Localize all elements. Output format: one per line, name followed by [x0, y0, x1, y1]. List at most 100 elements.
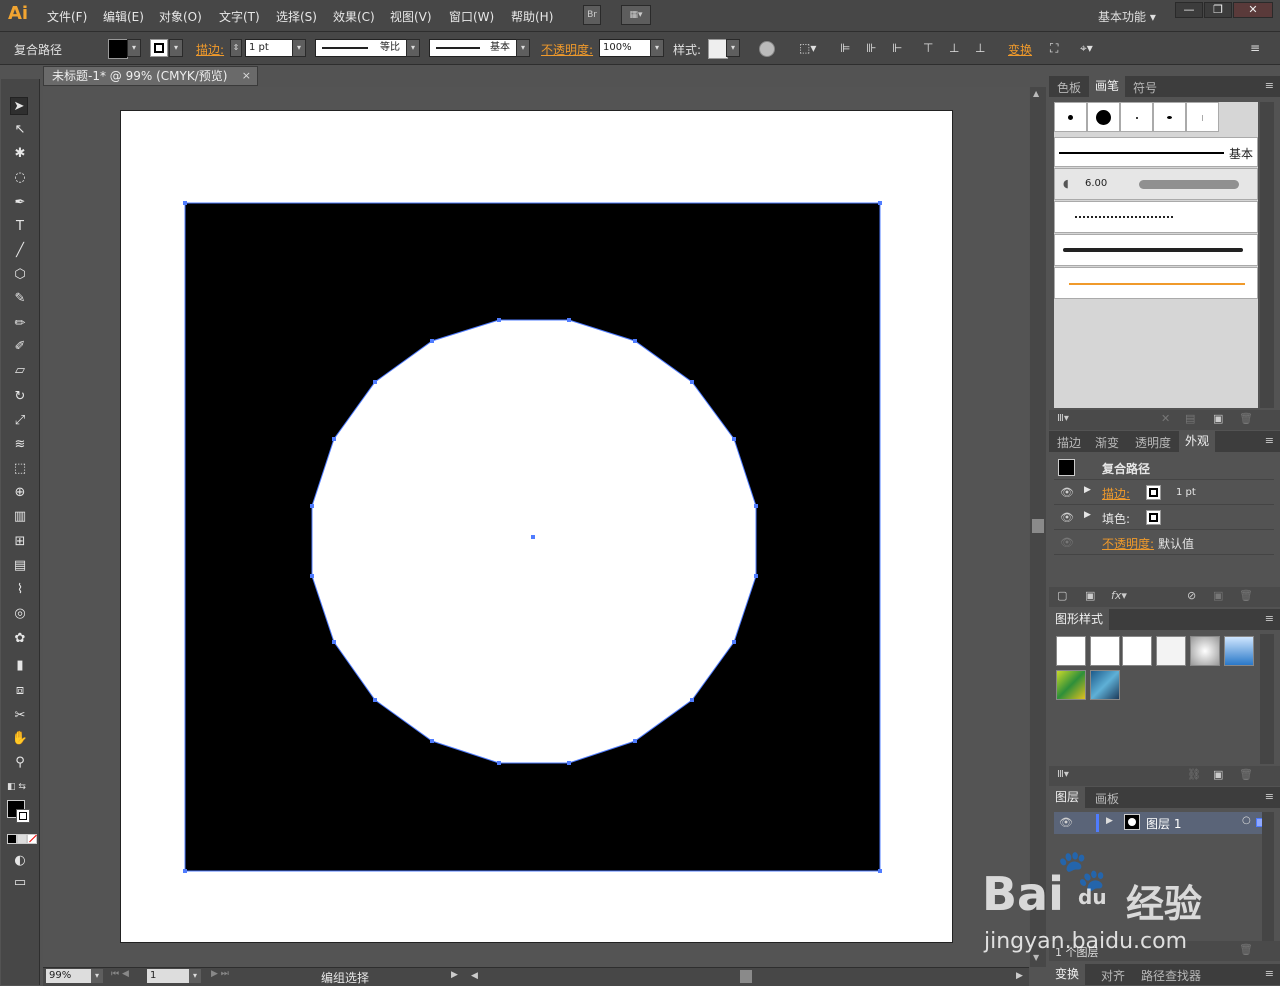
layer-color-indicator	[1096, 814, 1099, 832]
tab-symbols[interactable]: 符号	[1133, 79, 1157, 96]
tab-appearance[interactable]: 外观	[1179, 431, 1216, 452]
tab-graphic-styles[interactable]: 图形样式	[1049, 609, 1110, 630]
watermark-du: du	[1078, 885, 1107, 909]
layer-row[interactable]: 👁 ▶ 图层 1 ○	[1054, 812, 1265, 834]
style-none-swatch[interactable]	[1090, 636, 1120, 666]
panel-menu-icon[interactable]: ≡	[1265, 434, 1274, 447]
layer-expand-icon[interactable]: ▶	[1106, 816, 1113, 826]
tab-gradient[interactable]: 渐变	[1095, 434, 1119, 451]
expand-arrow-icon[interactable]: ▶	[1084, 485, 1091, 495]
add-effect-icon[interactable]: fx▾	[1111, 589, 1127, 602]
tab-brushes[interactable]: 画笔	[1089, 76, 1126, 97]
add-stroke-icon[interactable]: ▢	[1057, 589, 1067, 602]
calligraphic-brush-tiny[interactable]	[1120, 102, 1153, 132]
tab-stroke[interactable]: 描边	[1057, 434, 1081, 451]
appearance-stroke-label[interactable]: 描边:	[1102, 485, 1130, 502]
style-shadow-swatch[interactable]	[1156, 636, 1186, 666]
layer-target-icon[interactable]: ○	[1242, 815, 1251, 826]
graphic-styles-scrollbar[interactable]	[1260, 634, 1274, 764]
style-green-pattern-swatch[interactable]	[1056, 670, 1086, 700]
panel-menu-icon[interactable]: ≡	[1265, 967, 1274, 980]
brush-dotted-arrow[interactable]	[1054, 201, 1258, 233]
tab-artboards[interactable]: 画板	[1095, 790, 1119, 807]
scroll-up-icon[interactable]: ▲	[1033, 89, 1039, 98]
appearance-opacity-label[interactable]: 不透明度:	[1102, 535, 1154, 552]
appearance-stroke-value[interactable]: 1 pt	[1176, 487, 1196, 498]
brush-options-icon[interactable]: ▤	[1185, 412, 1195, 425]
brush-decorative[interactable]	[1054, 267, 1258, 299]
layer-visibility-eye-icon[interactable]: 👁	[1059, 816, 1073, 829]
add-fill-icon[interactable]: ▣	[1085, 589, 1095, 602]
style-libraries-icon[interactable]: Ⅲ▾	[1057, 769, 1069, 780]
watermark-url: jingyan.baidu.com	[984, 929, 1188, 954]
remove-stroke-icon[interactable]: ✕	[1161, 412, 1170, 425]
style-default-swatch[interactable]	[1056, 636, 1086, 666]
tab-transparency[interactable]: 透明度	[1135, 434, 1171, 451]
appearance-opacity-row[interactable]: 👁 不透明度: 默认值	[1054, 531, 1274, 555]
delete-item-icon[interactable]: 🗑	[1239, 589, 1253, 602]
fill-swatch-icon[interactable]	[1146, 510, 1161, 525]
status-menu-icon[interactable]: ▶	[451, 970, 458, 980]
status-mode-label[interactable]: 编组选择	[321, 969, 369, 986]
break-link-icon[interactable]: ⛓	[1187, 768, 1201, 781]
artboard-dropdown[interactable]: ▾	[189, 969, 201, 983]
first-artboard-icon[interactable]: ⏮ ◀	[111, 969, 129, 979]
watermark-brand: Bai	[982, 867, 1064, 921]
brush-basic[interactable]: 基本	[1054, 137, 1258, 167]
tab-layers[interactable]: 图层	[1049, 787, 1086, 808]
layers-scrollbar[interactable]	[1262, 812, 1274, 942]
panel-menu-icon[interactable]: ≡	[1265, 790, 1274, 803]
appearance-fill-row[interactable]: 👁 ▶ 填色:	[1054, 506, 1274, 530]
appearance-opacity-value: 默认值	[1158, 537, 1195, 551]
brush-list: 基本 ◖ 6.00	[1054, 102, 1258, 408]
brushes-panel-tabs: 色板 画笔 符号 ≡	[1049, 76, 1280, 97]
brush-basic-label: 基本	[1228, 147, 1253, 161]
zoom-dropdown[interactable]: ▾	[91, 969, 103, 983]
new-brush-icon[interactable]: ▣	[1213, 412, 1223, 425]
calligraphic-brush-oval[interactable]	[1153, 102, 1186, 132]
scroll-left-icon[interactable]: ◀	[471, 971, 478, 981]
status-bar: 99% ▾ ⏮ ◀ 1 ▾ ▶ ⏭ 编组选择 ▶	[43, 967, 463, 985]
calligraphic-brush-flat[interactable]	[1186, 102, 1219, 132]
clear-appearance-icon[interactable]: ⊘	[1187, 589, 1196, 602]
calligraphic-brush-large[interactable]	[1087, 102, 1120, 132]
watermark-jingyan: 经验	[1126, 882, 1203, 926]
style-white-swatch[interactable]	[1122, 636, 1152, 666]
visibility-eye-icon[interactable]: 👁	[1060, 511, 1074, 524]
visibility-eye-icon[interactable]: 👁	[1060, 486, 1074, 499]
style-blue-swatch[interactable]	[1224, 636, 1254, 666]
visibility-eye-icon: 👁	[1060, 536, 1074, 549]
horizontal-scroll-thumb[interactable]	[740, 970, 752, 983]
brush-libraries-icon[interactable]: Ⅲ▾	[1057, 413, 1069, 424]
artboard-number-field[interactable]: 1	[147, 969, 189, 983]
last-artboard-icon[interactable]: ▶ ⏭	[211, 969, 229, 979]
tab-pathfinder[interactable]: 路径查找器	[1141, 967, 1201, 984]
calligraphic-brush-small[interactable]	[1054, 102, 1087, 132]
panel-menu-icon[interactable]: ≡	[1265, 612, 1274, 625]
duplicate-item-icon[interactable]: ▣	[1213, 589, 1223, 602]
new-style-icon[interactable]: ▣	[1213, 768, 1223, 781]
tab-transform[interactable]: 变换	[1049, 964, 1086, 985]
brush-charcoal[interactable]	[1054, 234, 1258, 266]
brush-list-scrollbar[interactable]	[1260, 102, 1274, 408]
vertical-scroll-thumb[interactable]	[1032, 519, 1044, 533]
delete-brush-icon[interactable]: 🗑	[1239, 412, 1253, 425]
layer-name[interactable]: 图层 1	[1146, 815, 1181, 832]
stroke-swatch-icon[interactable]	[1146, 485, 1161, 500]
tab-swatches[interactable]: 色板	[1057, 79, 1081, 96]
delete-style-icon[interactable]: 🗑	[1239, 768, 1253, 781]
vertical-scrollbar[interactable]: ▲ ▼	[1030, 87, 1046, 967]
appearance-stroke-row[interactable]: 👁 ▶ 描边: 1 pt	[1054, 481, 1274, 505]
object-thumbnail	[1058, 459, 1075, 476]
panel-menu-icon[interactable]: ≡	[1265, 79, 1274, 92]
style-glow-swatch[interactable]	[1190, 636, 1220, 666]
appearance-fill-label[interactable]: 填色:	[1102, 510, 1130, 527]
tab-align[interactable]: 对齐	[1101, 967, 1125, 984]
expand-arrow-icon[interactable]: ▶	[1084, 510, 1091, 520]
scroll-right-icon[interactable]: ▶	[1016, 971, 1023, 981]
bristle-size: 6.00	[1085, 178, 1108, 189]
brush-bristle[interactable]: ◖ 6.00	[1054, 168, 1258, 200]
graphic-styles-footer: Ⅲ▾ ⛓ ▣ 🗑	[1049, 766, 1280, 786]
style-blue-pattern-swatch[interactable]	[1090, 670, 1120, 700]
zoom-field[interactable]: 99%	[46, 969, 91, 983]
